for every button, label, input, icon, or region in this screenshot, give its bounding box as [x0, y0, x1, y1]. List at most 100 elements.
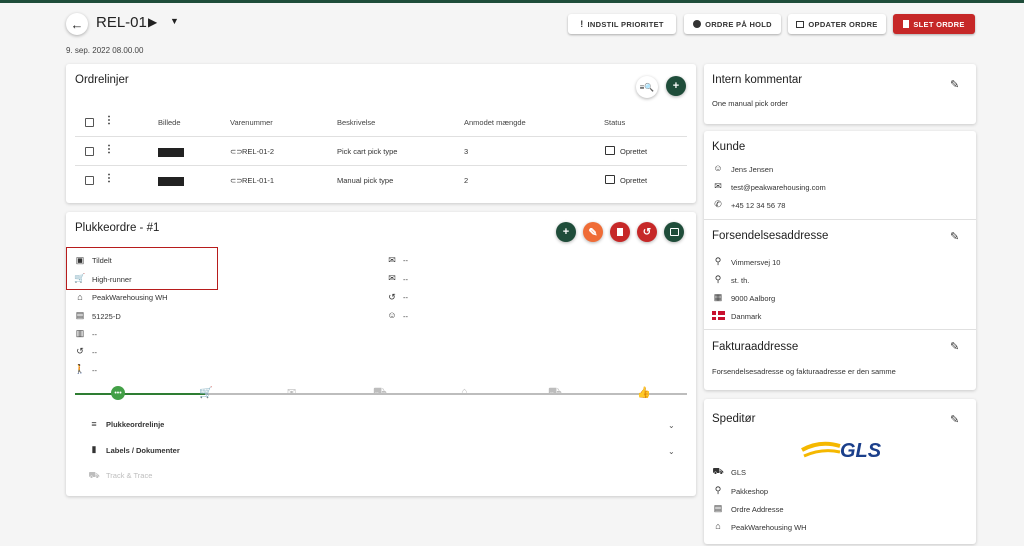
step-truck-icon[interactable]: ⛟ [373, 386, 387, 400]
highlight-box [66, 247, 218, 290]
edit-comment-button[interactable]: ✎ [950, 78, 959, 91]
clock-icon [693, 20, 702, 28]
edit-shipping-button[interactable]: ✎ [950, 230, 959, 243]
chevron-down-icon[interactable]: ▼ [170, 16, 179, 26]
col-header-description: Beskrivelse [337, 118, 376, 127]
customer-title: Kunde [712, 141, 746, 153]
step-thumbs-up-icon[interactable]: 👍 [637, 386, 651, 399]
delete-order-button[interactable]: SLET ORDRE [893, 14, 975, 34]
mail-value-1: -- [403, 256, 408, 265]
mail-filled-icon: ✉ [388, 255, 396, 265]
order-hold-button[interactable]: ORDRE PÅ HOLD [684, 14, 781, 34]
link-icon: ⊂⊃ [230, 147, 243, 156]
edit-button[interactable]: ✎ [583, 222, 603, 242]
warehouse-icon: ⌂ [77, 292, 83, 302]
step-warehouse-icon[interactable]: ⌂ [461, 386, 468, 398]
product-image [158, 148, 184, 157]
col-header-image: Billede [158, 118, 181, 127]
archive-value: -- [92, 330, 97, 339]
section-pick-lines[interactable] [75, 415, 687, 433]
product-image [158, 177, 184, 186]
more-vert-icon[interactable]: ⋮ [104, 116, 114, 126]
pencil-icon: ✎ [950, 341, 960, 353]
row-sku[interactable]: REL-01-1 [242, 176, 274, 185]
shipping-floor: st. th. [731, 276, 750, 285]
select-all-checkbox[interactable] [85, 118, 94, 127]
priority-icon: ! [580, 19, 584, 29]
location-pin-icon: ⚲ [714, 274, 722, 284]
warehouse-icon: ⌂ [715, 521, 721, 531]
chevron-down-icon[interactable]: ⌄ [668, 447, 675, 456]
row-sku[interactable]: REL-01-2 [242, 147, 274, 156]
section-pick-lines-label: Plukkeordrelinje [106, 420, 165, 429]
update-order-button[interactable]: OPDATER ORDRE [788, 14, 886, 34]
person-walk-icon: 🚶 [74, 364, 86, 374]
shipping-title: Forsendelsesaddresse [712, 230, 829, 242]
history-button[interactable]: ↺ [637, 222, 657, 242]
step-van-icon[interactable]: ⛟ [548, 386, 562, 400]
add-button[interactable]: + [556, 222, 576, 242]
phone-icon: ✆ [714, 199, 722, 209]
trash-icon [617, 228, 623, 236]
search-list-icon: ≡🔍 [639, 82, 655, 92]
summary-button[interactable] [664, 222, 684, 242]
customer-name: Jens Jensen [731, 165, 774, 174]
warehouse-value: PeakWarehousing WH [92, 293, 168, 302]
person-value: -- [92, 366, 97, 375]
svg-text:GLS: GLS [840, 440, 882, 462]
col-header-status: Status [604, 118, 626, 127]
section-labels-label: Labels / Dokumenter [106, 446, 180, 455]
delete-button[interactable] [610, 222, 630, 242]
history-icon: ↺ [76, 346, 84, 356]
plus-icon: + [562, 226, 570, 238]
card-divider [704, 329, 976, 330]
col-header-qty: Anmodet mængde [464, 118, 526, 127]
pickorder-title: Plukkeordre - #1 [75, 222, 160, 234]
mail-icon: ✉ [714, 181, 722, 191]
inbox-icon [605, 175, 615, 184]
mail-value-2: -- [403, 275, 408, 284]
edit-carrier-button[interactable]: ✎ [950, 413, 959, 426]
row-description: Pick cart pick type [337, 147, 398, 156]
carrier-name: GLS [731, 468, 747, 477]
add-orderline-button[interactable]: + [666, 76, 686, 96]
customer-email: test@peakwarehousing.com [731, 183, 826, 192]
more-vert-icon[interactable]: ⋮ [104, 145, 114, 155]
col-header-sku: Varenummer [230, 118, 273, 127]
document-icon: ▮ [91, 444, 97, 454]
plus-icon: + [672, 80, 680, 92]
delete-order-label: SLET ORDRE [913, 19, 965, 29]
row-checkbox[interactable] [85, 176, 94, 185]
search-list-button[interactable]: ≡🔍 [636, 76, 658, 98]
pencil-icon: ✎ [950, 231, 960, 243]
section-track-label: Track & Trace [106, 471, 153, 480]
card-divider [704, 219, 976, 220]
edit-billing-button[interactable]: ✎ [950, 340, 959, 353]
comment-icon: ▤ [713, 503, 723, 513]
trash-icon [903, 20, 910, 28]
play-icon[interactable]: ▶ [148, 15, 157, 29]
row-checkbox[interactable] [85, 147, 94, 156]
chevron-down-icon[interactable]: ⌄ [668, 421, 675, 430]
step-more-icon[interactable]: ••• [111, 386, 125, 400]
location-value: 51225-D [92, 312, 121, 321]
progress-done-line [75, 393, 205, 395]
billing-title: Fakturaaddresse [712, 341, 799, 353]
row-qty: 2 [464, 176, 469, 185]
right-history-value: -- [403, 293, 408, 302]
badge-icon: ▣ [75, 255, 85, 265]
history-icon: ↺ [642, 226, 652, 238]
history-value: -- [92, 348, 97, 357]
arrow-left-icon: ← [70, 16, 84, 32]
more-vert-icon[interactable]: ⋮ [104, 174, 114, 184]
order-hold-label: ORDRE PÅ HOLD [705, 19, 772, 29]
step-cart-icon[interactable]: 🛒 [199, 386, 213, 399]
back-button[interactable]: ← [66, 13, 88, 35]
row-status: Oprettet [620, 176, 648, 185]
history-icon: ↺ [388, 292, 396, 302]
location-icon: ▤ [75, 310, 85, 320]
order-title: REL-01 [96, 14, 147, 31]
set-priority-button[interactable]: ! INDSTIL PRIORITET [568, 14, 676, 34]
step-mail-icon[interactable]: ✉ [287, 386, 296, 399]
order-date: 9. sep. 2022 08.00.00 [66, 46, 144, 55]
